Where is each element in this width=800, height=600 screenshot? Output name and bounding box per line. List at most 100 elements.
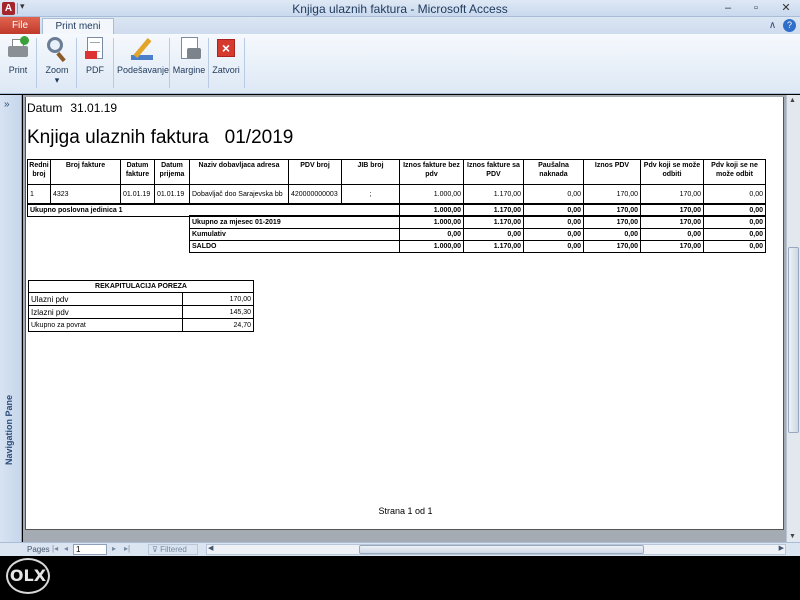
table-header-row: Redni broj Broj fakture Datum fakture Da… [27, 159, 766, 185]
unit-total-row: Ukupno poslovna jedinica 1 1.000,00 1.17… [26, 203, 767, 217]
navigation-pane[interactable]: » Navigation Pane [0, 95, 22, 542]
tab-print-preview[interactable]: Print meni [42, 18, 114, 34]
vertical-scrollbar[interactable]: ▲ ▼ [786, 95, 800, 542]
ribbon-separator [76, 38, 77, 88]
ribbon-separator [244, 38, 245, 88]
minimize-button[interactable]: – [716, 0, 740, 16]
column-header: Datum prijema [154, 159, 190, 185]
close-preview-label: Zatvori [212, 65, 240, 75]
close-preview-icon: × [213, 36, 239, 62]
ribbon: Print Zoom ▾ PDF Podešavanje Margine × Z… [0, 34, 800, 94]
table-cell: 1.000,00 [399, 215, 465, 229]
tab-file[interactable]: File [0, 17, 40, 34]
ribbon-separator [208, 38, 209, 88]
close-window-button[interactable]: ✕ [772, 0, 800, 16]
table-row: 1 4323 01.01.19 01.01.19 Dobavljač doo S… [27, 184, 766, 204]
last-page-icon[interactable]: ▸| [124, 544, 130, 553]
table-cell: 170,00 [640, 215, 705, 229]
minimize-ribbon-icon[interactable]: ∧ [769, 20, 776, 31]
report-page: Datum 31.01.19 Knjiga ulaznih faktura 01/2… [25, 97, 784, 530]
table-cell: 170,00 [583, 203, 642, 217]
recap-row: Izlazni pdv 145,30 [28, 305, 255, 319]
page-number-input[interactable]: 1 [73, 544, 107, 555]
first-page-icon[interactable]: |◂ [52, 544, 58, 553]
print-preview-area: Datum 31.01.19 Knjiga ulaznih faktura 01/2… [23, 95, 786, 542]
window-title: Knjiga ulaznih faktura - Microsoft Acces… [292, 2, 508, 16]
table-cell: 0,00 [463, 227, 525, 241]
ribbon-separator [169, 38, 170, 88]
nav-pane-expand-icon[interactable]: » [4, 99, 10, 110]
table-cell: 0,00 [583, 227, 642, 241]
table-cell: 1.170,00 [463, 239, 525, 253]
table-cell: 0,00 [523, 215, 585, 229]
print-label: Print [8, 65, 28, 75]
filter-status[interactable]: ⊽ Filtered [148, 544, 198, 555]
table-cell: 170,00 [640, 239, 705, 253]
margins-label: Margine [172, 65, 206, 75]
printer-icon [5, 36, 31, 62]
horizontal-scroll-thumb[interactable] [359, 545, 644, 554]
recap-row: Ukupno za povrat 24,70 [28, 318, 255, 332]
column-header: Naziv dobavljaca adresa [189, 159, 289, 185]
horizontal-scrollbar[interactable]: ◀ ▶ [206, 544, 786, 555]
scroll-right-icon[interactable]: ▶ [779, 544, 784, 552]
report-period: 01/2019 [224, 127, 294, 148]
ribbon-help-controls: ∧ ? [769, 19, 796, 32]
table-cell: 01.01.19 [154, 184, 190, 204]
pdf-button[interactable]: PDF [80, 36, 110, 92]
print-button[interactable]: Print [2, 36, 34, 92]
recap-title: REKAPITULACIJA POREZA [27, 280, 255, 293]
totals-table: Ukupno poslovna jedinica 1 1.000,00 1.17… [26, 203, 767, 253]
table-cell: Dobavljač doo Sarajevska bb [189, 184, 289, 204]
next-page-icon[interactable]: ▸ [112, 544, 116, 553]
zoom-dropdown-icon[interactable]: ▾ [40, 75, 74, 86]
ribbon-separator [113, 38, 114, 88]
table-cell: 0,00 [703, 184, 766, 204]
pdf-label: PDF [86, 65, 104, 75]
maximize-button[interactable]: ▫ [744, 0, 768, 16]
page-setup-label: Podešavanje [117, 65, 170, 75]
table-cell: 170,00 [583, 184, 641, 204]
table-cell: 1.170,00 [463, 184, 524, 204]
page-setup-icon [129, 36, 155, 62]
margins-button[interactable]: Margine [172, 36, 206, 92]
previous-page-icon[interactable]: ◂ [64, 544, 68, 553]
column-header: Iznos PDV [583, 159, 641, 185]
table-cell: 1.170,00 [463, 215, 525, 229]
unit-total-label: Ukupno poslovna jedinica 1 [26, 203, 400, 217]
zoom-label: Zoom [45, 65, 69, 75]
cumulative-label: Kumulativ [188, 227, 401, 241]
date-label: Datum [27, 101, 63, 115]
zoom-icon [44, 36, 70, 63]
pdf-icon [82, 36, 108, 62]
scroll-left-icon[interactable]: ◀ [208, 544, 213, 552]
filter-label: Filtered [160, 545, 187, 554]
table-cell: 170,00 [583, 215, 642, 229]
column-header: Broj fakture [50, 159, 121, 185]
report-title: Knjiga ulaznih faktura 01/2019 [27, 127, 293, 149]
saldo-label: SALDO [188, 239, 401, 253]
zoom-button[interactable]: Zoom ▾ [40, 36, 74, 92]
page-setup-button[interactable]: Podešavanje [117, 36, 170, 92]
table-cell: 0,00 [523, 227, 585, 241]
help-icon[interactable]: ? [783, 19, 796, 32]
pages-label: Pages [27, 545, 50, 554]
scroll-up-icon[interactable]: ▲ [789, 97, 796, 104]
table-cell: 1.000,00 [399, 184, 464, 204]
table-cell: 1.000,00 [399, 203, 465, 217]
column-header: Redni broj [27, 159, 51, 185]
navigation-pane-label[interactable]: Navigation Pane [4, 395, 14, 465]
vertical-scroll-thumb[interactable] [788, 247, 799, 433]
ribbon-separator [36, 38, 37, 88]
table-cell: 0,00 [640, 227, 705, 241]
table-cell: 4323 [50, 184, 121, 204]
close-preview-button[interactable]: × Zatvori [211, 36, 241, 92]
table-cell: 1.000,00 [399, 239, 465, 253]
table-cell: 170,00 [640, 203, 705, 217]
recap-label: Ukupno za povrat [28, 318, 183, 332]
title-bar: A ▾ Knjiga ulaznih faktura - Microsoft A… [0, 0, 800, 17]
scroll-down-icon[interactable]: ▼ [789, 533, 796, 540]
date-value: 31.01.19 [70, 101, 118, 115]
table-cell: 0,00 [703, 215, 767, 229]
table-cell: 0,00 [523, 239, 585, 253]
